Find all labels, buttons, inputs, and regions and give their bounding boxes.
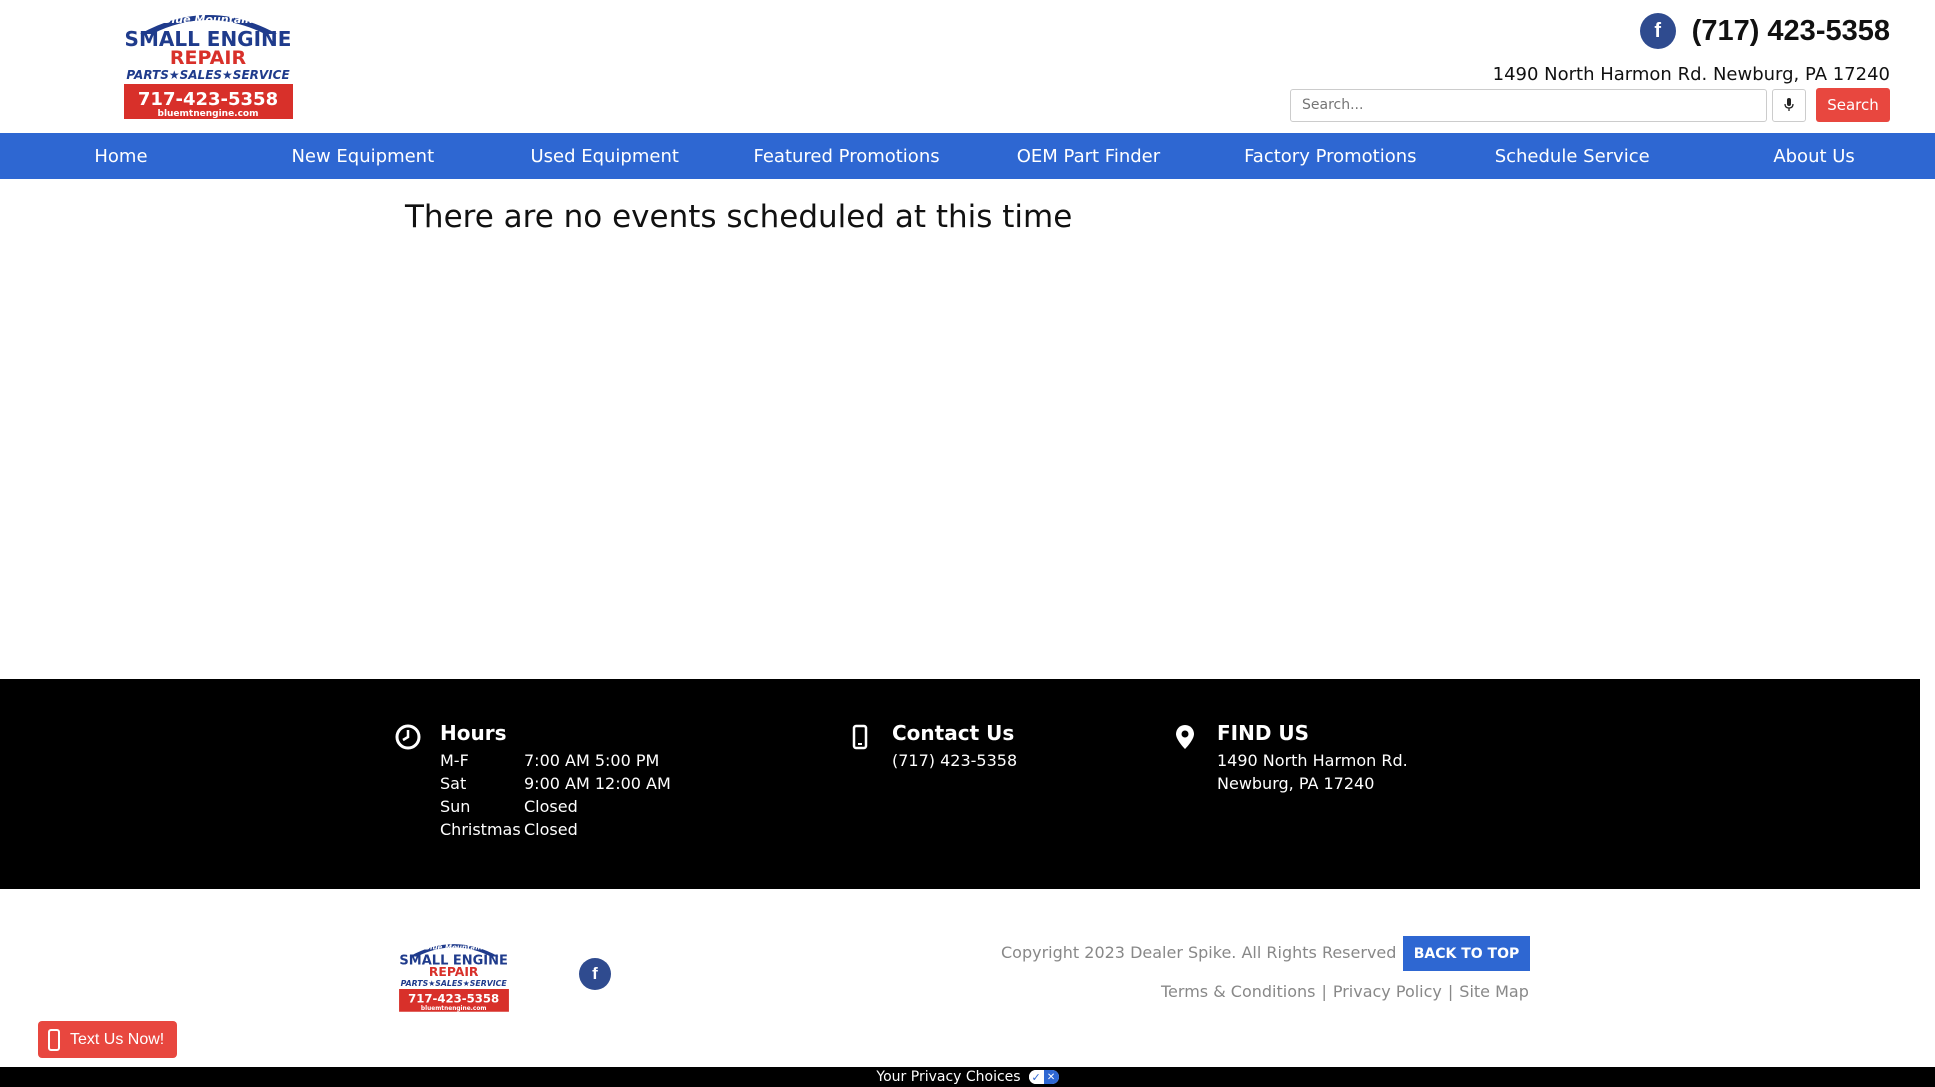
- svg-text:Blue Mountain: Blue Mountain: [163, 13, 253, 26]
- find-us-heading: FIND US: [1217, 721, 1310, 745]
- privacy-toggle-icon[interactable]: ✓ ✕: [1028, 1070, 1059, 1084]
- contact-section: Contact Us (717) 423-5358: [852, 721, 1017, 772]
- nav-item-about-us[interactable]: About Us: [1693, 133, 1935, 179]
- svg-text:Blue Mountain: Blue Mountain: [425, 942, 483, 951]
- privacy-choices-link[interactable]: Your Privacy Choices: [876, 1069, 1020, 1085]
- nav-item-used-equipment[interactable]: Used Equipment: [484, 133, 726, 179]
- facebook-icon[interactable]: f: [1639, 13, 1676, 49]
- svg-text:PARTS★SALES★SERVICE: PARTS★SALES★SERVICE: [126, 68, 290, 82]
- footer-facebook-icon[interactable]: f: [579, 958, 611, 990]
- page-title: There are no events scheduled at this ti…: [405, 199, 1073, 235]
- logo-graphic: Blue Mountain SMALL ENGINE REPAIR PARTS★…: [124, 13, 293, 119]
- search-button[interactable]: Search: [1816, 88, 1890, 122]
- svg-text:REPAIR: REPAIR: [170, 47, 247, 69]
- footer-logo[interactable]: Blue Mountain SMALL ENGINE REPAIR PARTS★…: [393, 937, 515, 1015]
- map-pin-icon: [1176, 725, 1194, 749]
- link-separator: |: [1321, 982, 1327, 1001]
- contact-heading: Contact Us: [892, 721, 1015, 745]
- contact-phone[interactable]: (717) 423-5358: [892, 749, 1017, 772]
- hours-row: Sat 9:00 AM 12:00 AM: [440, 774, 671, 793]
- nav-item-schedule-service[interactable]: Schedule Service: [1451, 133, 1693, 179]
- svg-text:bluemtnengine.com: bluemtnengine.com: [421, 1006, 487, 1012]
- svg-text:PARTS★SALES★SERVICE: PARTS★SALES★SERVICE: [401, 979, 508, 988]
- text-us-label: Text Us Now!: [70, 1030, 165, 1048]
- header-phone[interactable]: (717) 423-5358: [1692, 15, 1890, 48]
- site-logo[interactable]: Blue Mountain SMALL ENGINE REPAIR PARTS★…: [115, 4, 302, 124]
- hours-row: M-F 7:00 AM 5:00 PM: [440, 751, 660, 770]
- footer-links: Terms & Conditions | Privacy Policy | Site…: [1161, 982, 1529, 1001]
- nav-item-factory-promotions[interactable]: Factory Promotions: [1209, 133, 1451, 179]
- text-us-button[interactable]: Text Us Now!: [38, 1021, 177, 1058]
- nav-item-oem-part-finder[interactable]: OEM Part Finder: [968, 133, 1210, 179]
- hours-row: Christmas Closed: [440, 820, 578, 839]
- hours-row: Sun Closed: [440, 797, 578, 816]
- site-header: Blue Mountain SMALL ENGINE REPAIR PARTS★…: [0, 0, 1935, 133]
- nav-item-new-equipment[interactable]: New Equipment: [242, 133, 484, 179]
- link-separator: |: [1447, 982, 1454, 1001]
- search-bar: Search: [1290, 88, 1890, 122]
- hours-section: Hours M-F 7:00 AM 5:00 PM Sat 9:00 AM 12:0…: [395, 721, 671, 841]
- hours-heading: Hours: [440, 721, 507, 745]
- privacy-bar[interactable]: Your Privacy Choices ✓ ✕: [0, 1067, 1935, 1087]
- main-nav: Home New Equipment Used Equipment Featur…: [0, 133, 1935, 179]
- terms-link[interactable]: Terms & Conditions: [1161, 982, 1315, 1001]
- back-to-top-button[interactable]: BACK TO TOP: [1403, 936, 1530, 971]
- clock-icon: [395, 724, 421, 750]
- mobile-phone-icon: [852, 724, 868, 750]
- svg-text:717-423-5358: 717-423-5358: [408, 992, 499, 1006]
- footer-logo-graphic: Blue Mountain SMALL ENGINE REPAIR PARTS★…: [399, 942, 509, 1012]
- copyright-text: Copyright 2023 Dealer Spike. All Rights …: [1001, 943, 1397, 962]
- mobile-phone-icon: [48, 1028, 60, 1051]
- header-contact: f (717) 423-5358 1490 North Harmon Rd. N…: [1250, 12, 1890, 85]
- footer-info: Hours M-F 7:00 AM 5:00 PM Sat 9:00 AM 12:0…: [0, 679, 1920, 889]
- nav-item-featured-promotions[interactable]: Featured Promotions: [726, 133, 968, 179]
- svg-text:bluemtnengine.com: bluemtnengine.com: [158, 109, 259, 119]
- header-address: 1490 North Harmon Rd. Newburg, PA 17240: [1492, 64, 1890, 85]
- privacy-policy-link[interactable]: Privacy Policy: [1333, 982, 1442, 1001]
- find-us-line2: Newburg, PA 17240: [1217, 774, 1375, 793]
- svg-text:REPAIR: REPAIR: [429, 965, 479, 979]
- nav-item-home[interactable]: Home: [0, 133, 242, 179]
- svg-text:717-423-5358: 717-423-5358: [138, 89, 278, 110]
- microphone-icon[interactable]: [1772, 88, 1806, 122]
- site-map-link[interactable]: Site Map: [1459, 982, 1529, 1001]
- search-input[interactable]: [1290, 88, 1767, 122]
- find-us-line1: 1490 North Harmon Rd.: [1217, 751, 1408, 770]
- find-us-section: FIND US 1490 North Harmon Rd. Newburg, P…: [1176, 721, 1408, 795]
